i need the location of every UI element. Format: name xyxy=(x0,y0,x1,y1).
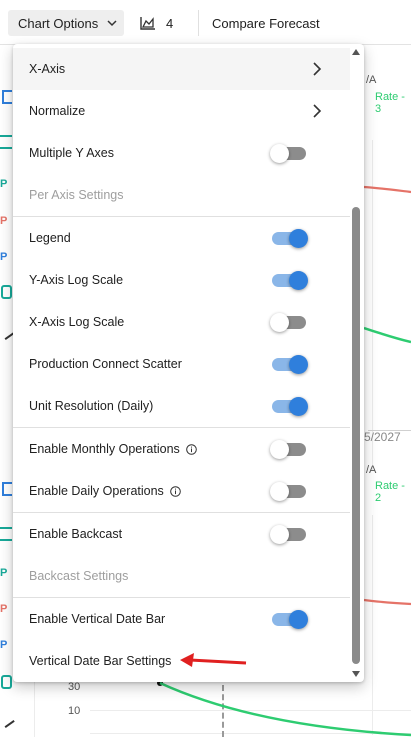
legend-toggle[interactable] xyxy=(270,229,308,248)
menu-item-label: Y-Axis Log Scale xyxy=(29,273,124,287)
p-icon[interactable]: P xyxy=(0,251,7,263)
x-axis-log-scale-toggle[interactable] xyxy=(270,313,308,332)
menu-item-enable-daily-operations[interactable]: Enable Daily Operations xyxy=(13,470,350,512)
chart-options-label: Chart Options xyxy=(18,15,99,31)
bottom-series-line xyxy=(157,680,411,737)
series-button[interactable]: 4 xyxy=(140,12,173,34)
series-lines xyxy=(364,185,411,344)
compare-forecast-label: Compare Forecast xyxy=(212,15,320,31)
daily-operations-toggle[interactable] xyxy=(270,482,308,501)
production-connect-scatter-toggle[interactable] xyxy=(270,355,308,374)
menu-item-label: Enable Daily Operations xyxy=(29,484,164,498)
series-count: 4 xyxy=(166,15,174,31)
menu-item-enable-monthly-operations[interactable]: Enable Monthly Operations xyxy=(13,428,350,470)
menu-item-backcast-settings: Backcast Settings xyxy=(13,555,350,597)
menu-item-y-axis-log-scale[interactable]: Y-Axis Log Scale xyxy=(13,259,350,301)
chart-options-button[interactable]: Chart Options xyxy=(8,10,125,36)
series-lines xyxy=(364,598,411,606)
chart-toolbar: Chart Options 4 Compare Forecast xyxy=(0,0,411,45)
p-icon[interactable]: P xyxy=(0,639,7,651)
menu-item-unit-resolution[interactable]: Unit Resolution (Daily) xyxy=(13,385,350,427)
menu-item-x-axis-log-scale[interactable]: X-Axis Log Scale xyxy=(13,301,350,343)
backcast-toggle[interactable] xyxy=(270,525,308,544)
chevron-down-icon xyxy=(107,20,117,27)
menu-item-normalize[interactable]: Normalize xyxy=(13,90,350,132)
chevron-right-icon xyxy=(313,62,322,76)
menu-item-label: X-Axis Log Scale xyxy=(29,315,125,329)
vertical-date-bar-toggle[interactable] xyxy=(270,610,308,629)
menu-item-label: Legend xyxy=(29,231,71,245)
menu-item-per-axis-settings: Per Axis Settings xyxy=(13,174,350,216)
area-chart-icon xyxy=(140,17,155,30)
pencil-icon[interactable] xyxy=(0,711,15,728)
monthly-operations-toggle[interactable] xyxy=(270,440,308,459)
menu-item-label: Enable Backcast xyxy=(29,527,123,541)
menu-item-multiple-y-axes[interactable]: Multiple Y Axes xyxy=(13,132,350,174)
menu-item-enable-vertical-date-bar[interactable]: Enable Vertical Date Bar xyxy=(13,598,350,640)
sliders-icon[interactable] xyxy=(0,135,12,149)
compare-forecast-button[interactable]: Compare Forecast xyxy=(212,12,320,34)
y-tick-label: 10 xyxy=(68,705,81,717)
rate-label: Rate - 3 xyxy=(375,91,405,115)
multiple-y-axes-toggle[interactable] xyxy=(270,144,308,163)
menu-item-label: Vertical Date Bar Settings xyxy=(29,654,172,668)
unit-resolution-toggle[interactable] xyxy=(270,397,308,416)
chart-na-label: /A xyxy=(366,74,377,86)
p-icon[interactable]: P xyxy=(0,567,7,579)
p-icon[interactable]: P xyxy=(0,178,7,190)
bracket-icon[interactable] xyxy=(2,90,12,104)
money-bag-icon[interactable] xyxy=(1,675,12,689)
bracket-icon[interactable] xyxy=(2,482,12,496)
menu-item-label: X-Axis xyxy=(29,62,66,76)
menu-item-production-connect-scatter[interactable]: Production Connect Scatter xyxy=(13,343,350,385)
menu-item-label: Enable Vertical Date Bar xyxy=(29,612,166,626)
menu-item-label: Backcast Settings xyxy=(29,569,129,583)
y-axis-log-scale-toggle[interactable] xyxy=(270,271,308,290)
scrollbar-thumb[interactable] xyxy=(352,207,360,664)
scroll-up-icon[interactable] xyxy=(352,48,360,56)
money-bag-icon[interactable] xyxy=(1,285,12,299)
info-icon[interactable] xyxy=(169,485,181,497)
sliders-icon[interactable] xyxy=(0,527,12,541)
menu-item-legend[interactable]: Legend xyxy=(13,217,350,259)
info-icon[interactable] xyxy=(185,443,197,455)
y-tick-label: 30 xyxy=(68,681,81,693)
rate-label: Rate - 2 xyxy=(375,480,405,504)
menu-item-label: Unit Resolution (Daily) xyxy=(29,399,154,413)
annotation-arrow-icon xyxy=(180,653,247,667)
p-icon[interactable]: P xyxy=(0,215,7,227)
date-tick-label: 5/2027 xyxy=(364,430,401,444)
menu-item-x-axis[interactable]: X-Axis xyxy=(13,48,350,90)
menu-item-label: Per Axis Settings xyxy=(29,188,124,202)
menu-item-label: Production Connect Scatter xyxy=(29,357,182,371)
y-axis-line xyxy=(34,682,35,737)
menu-item-enable-backcast[interactable]: Enable Backcast xyxy=(13,513,350,555)
scroll-down-icon[interactable] xyxy=(352,670,360,678)
chevron-right-icon xyxy=(313,104,322,118)
menu-item-label: Enable Monthly Operations xyxy=(29,442,180,456)
menu-item-label: Multiple Y Axes xyxy=(29,146,115,160)
p-icon[interactable]: P xyxy=(0,603,7,615)
chart-na-label: /A xyxy=(366,464,377,476)
toolbar-divider xyxy=(198,10,199,36)
menu-item-label: Normalize xyxy=(29,104,86,118)
chart-options-menu: X-Axis Normalize Multiple Y Axes Per Axi… xyxy=(13,44,364,682)
